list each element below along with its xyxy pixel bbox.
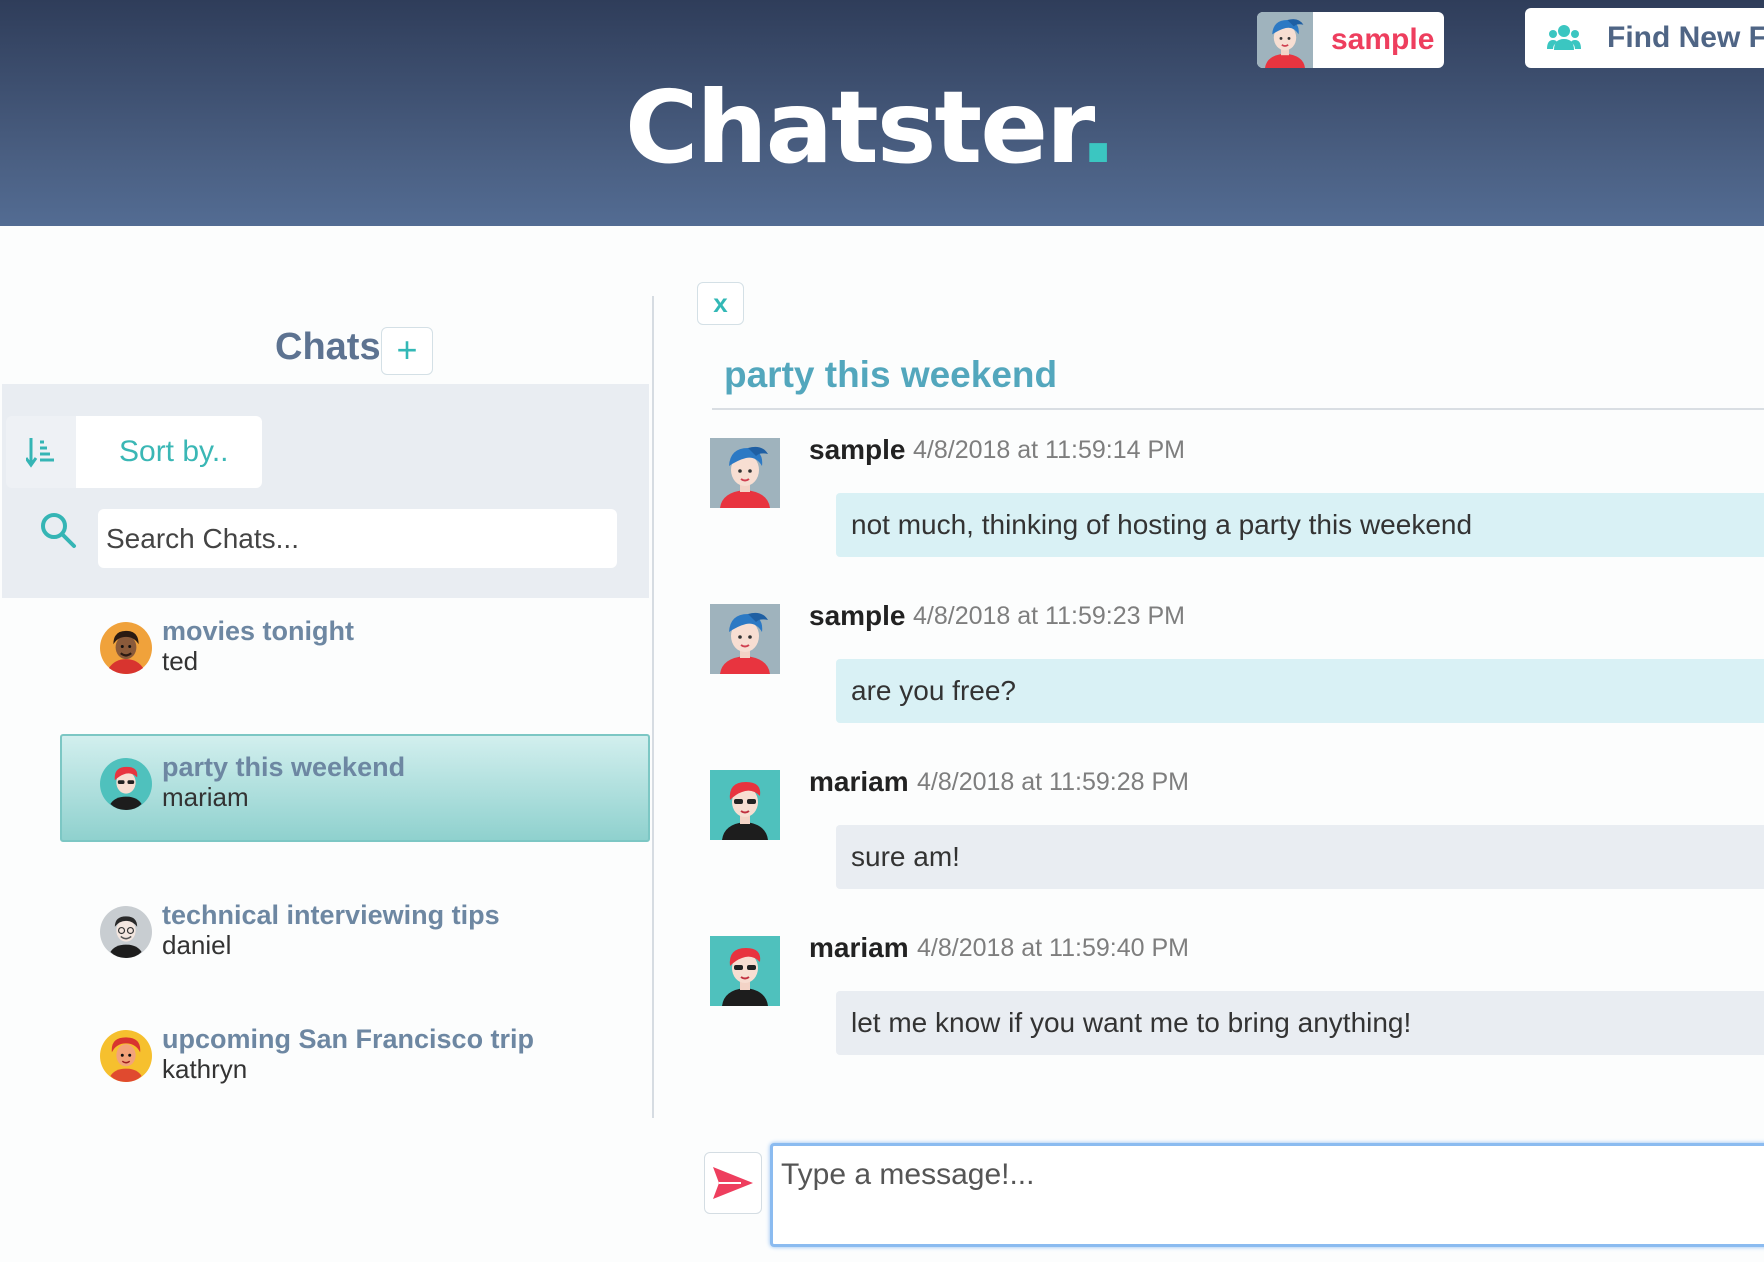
message-author: mariam [809, 766, 909, 797]
conversation-divider [712, 408, 1764, 410]
chat-avatar [100, 1030, 152, 1082]
chat-avatar [100, 758, 152, 810]
chats-heading: Chats [275, 326, 381, 368]
chat-user: mariam [162, 782, 249, 812]
find-friends-label: Find New Fr [1607, 21, 1764, 54]
search-icon [41, 513, 76, 548]
message: sample 4/8/2018 at 11:59:23 PM are you f… [710, 600, 1764, 754]
message-input[interactable] [770, 1143, 1764, 1247]
panel-divider [652, 296, 654, 1118]
message-timestamp: 4/8/2018 at 11:59:23 PM [913, 602, 1185, 630]
sort-icon [26, 438, 54, 468]
sort-order-toggle[interactable] [6, 416, 76, 488]
find-friends-button[interactable]: Find New Fr [1525, 8, 1764, 68]
send-button[interactable] [704, 1152, 762, 1214]
sort-by-dropdown[interactable]: Sort by.. [76, 416, 262, 488]
users-icon [1547, 25, 1581, 50]
chat-title: party this weekend [162, 752, 406, 782]
chat-avatar [100, 622, 152, 674]
chat-title: technical interviewing tips [162, 900, 500, 930]
message-avatar [710, 604, 780, 674]
chat-user: daniel [162, 930, 232, 960]
message: sample 4/8/2018 at 11:59:14 PM not much,… [710, 434, 1764, 588]
message-bubble: not much, thinking of hosting a party th… [836, 493, 1764, 557]
message-avatar [710, 770, 780, 840]
search-chats-input[interactable] [98, 509, 617, 568]
app-logo[interactable]: Chatster. [625, 78, 1117, 178]
conversation-title: party this weekend [724, 354, 1058, 395]
message-bubble: are you free? [836, 659, 1764, 723]
chat-list-item-active[interactable]: party this weekend mariam [60, 734, 650, 842]
message-timestamp: 4/8/2018 at 11:59:28 PM [917, 768, 1189, 796]
new-chat-button[interactable]: + [381, 327, 433, 375]
message-timestamp: 4/8/2018 at 11:59:14 PM [913, 436, 1185, 464]
chat-title: upcoming San Francisco trip [162, 1024, 535, 1054]
chat-list-item[interactable]: movies tonight ted [60, 600, 650, 708]
message-timestamp: 4/8/2018 at 11:59:40 PM [917, 934, 1189, 962]
message-avatar [710, 438, 780, 508]
send-icon [713, 1167, 753, 1199]
current-user-name: sample [1331, 23, 1435, 56]
user-avatar [1257, 12, 1313, 68]
current-user-button[interactable]: sample [1257, 12, 1444, 68]
message-bubble: let me know if you want me to bring anyt… [836, 991, 1764, 1055]
close-chat-button[interactable]: x [697, 282, 744, 325]
message: mariam 4/8/2018 at 11:59:28 PM sure am! [710, 766, 1764, 920]
message-author: mariam [809, 932, 909, 963]
message: mariam 4/8/2018 at 11:59:40 PM let me kn… [710, 932, 1764, 1086]
chat-list-item[interactable]: technical interviewing tips daniel [60, 884, 650, 992]
message-author: sample [809, 600, 906, 631]
chat-user: kathryn [162, 1054, 248, 1084]
message-bubble: sure am! [836, 825, 1764, 889]
chat-user: ted [162, 646, 199, 676]
chat-title: movies tonight [162, 616, 355, 646]
chat-list-item[interactable]: upcoming San Francisco trip kathryn [60, 1008, 650, 1116]
app-header: Chatster. sample Find New Fr [0, 0, 1764, 226]
message-author: sample [809, 434, 906, 465]
message-avatar [710, 936, 780, 1006]
chat-avatar [100, 906, 152, 958]
